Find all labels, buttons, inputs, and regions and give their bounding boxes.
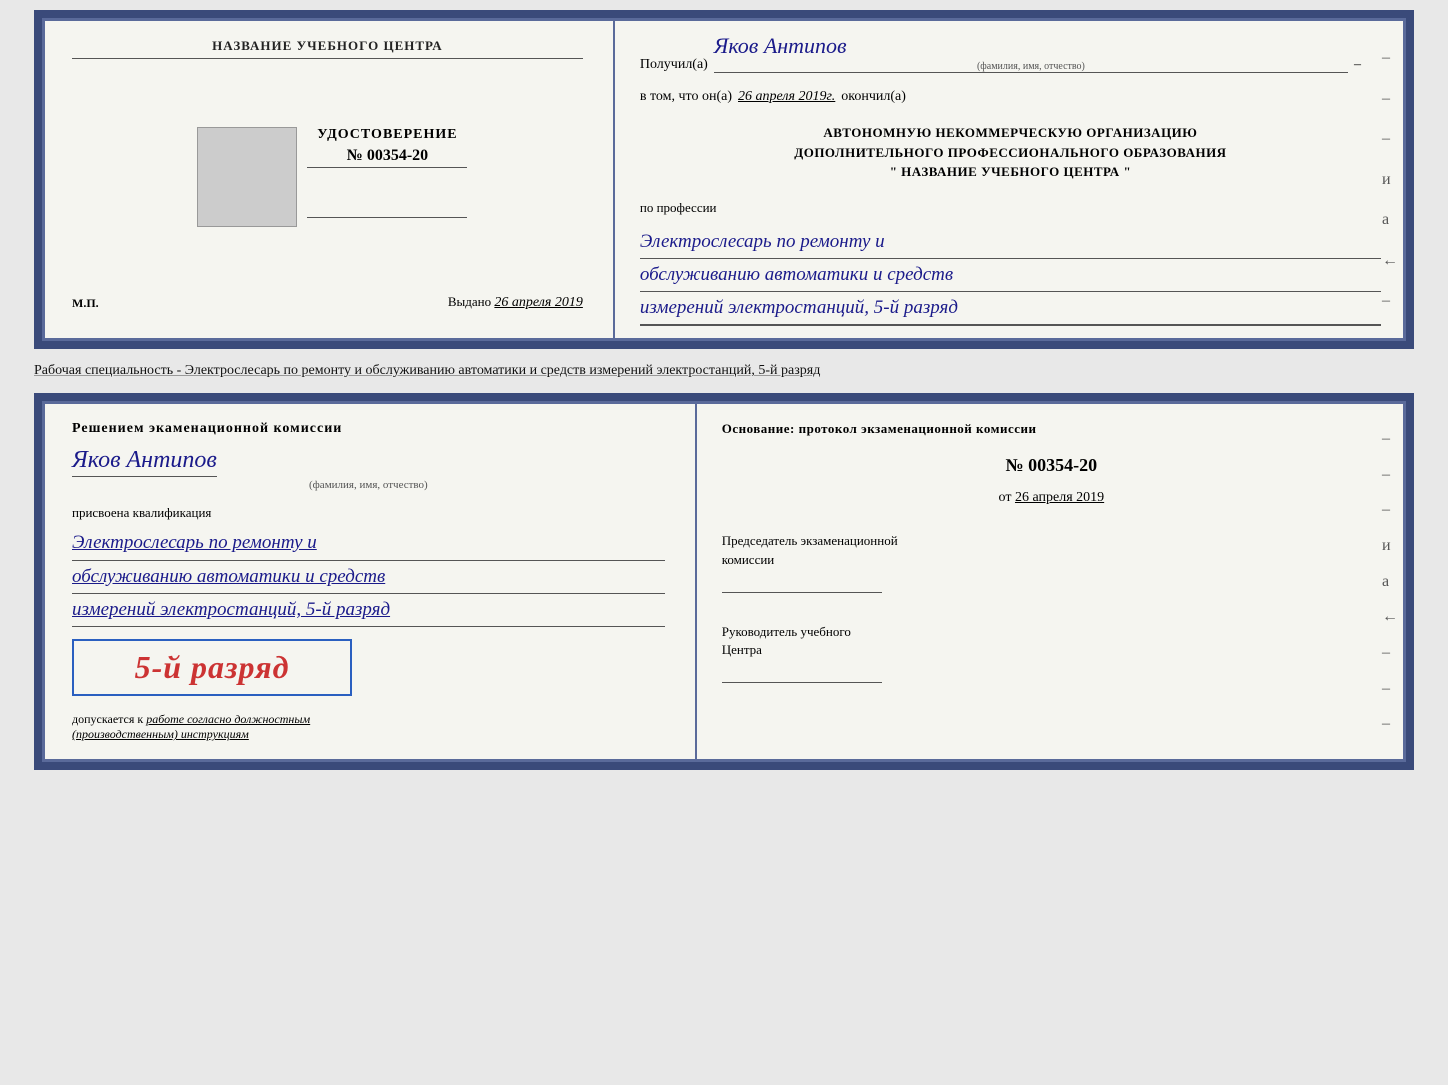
top-left-panel: НАЗВАНИЕ УЧЕБНОГО ЦЕНТРА УДОСТОВЕРЕНИЕ №… xyxy=(42,18,615,341)
allowed-value2: (производственным) инструкциям xyxy=(72,727,665,742)
chair-label2: комиссии xyxy=(722,552,775,567)
chair-label: Председатель экзаменационной xyxy=(722,533,898,548)
document-container: НАЗВАНИЕ УЧЕБНОГО ЦЕНТРА УДОСТОВЕРЕНИЕ №… xyxy=(34,10,1414,770)
separator-text: Рабочая специальность - Электрослесарь п… xyxy=(34,357,1414,385)
protocol-number: № 00354-20 xyxy=(722,455,1381,476)
head-block: Руководитель учебного Центра xyxy=(722,623,1381,683)
top-right-panel: Получил(а) Яков Антипов (фамилия, имя, о… xyxy=(615,18,1406,341)
person-name-bottom: Яков Антипов xyxy=(72,447,217,477)
prof-line1: Электрослесарь по ремонту и xyxy=(640,226,1381,259)
from-date-value: 26 апреля 2019 xyxy=(1015,490,1104,505)
recipient-label: Получил(а) xyxy=(640,57,708,73)
issued-date: 26 апреля 2019 xyxy=(494,295,582,310)
recipient-line: Получил(а) Яков Антипов (фамилия, имя, о… xyxy=(640,33,1381,73)
profession-label: по профессии xyxy=(640,200,1381,216)
chairman-title: Председатель экзаменационной комиссии xyxy=(722,532,1381,568)
allowed-value: работе согласно должностным xyxy=(146,712,310,726)
prof-line3: измерений электростанций, 5-й разряд xyxy=(640,292,1381,325)
bottom-document: Решением экаменационной комиссии Яков Ан… xyxy=(34,393,1414,770)
rank-badge: 5-й разряд xyxy=(72,639,352,696)
cert-number: № 00354-20 xyxy=(307,147,467,168)
decision-text: Решением экаменационной комиссии xyxy=(72,421,665,437)
org-line1: АВТОНОМНУЮ НЕКОММЕРЧЕСКУЮ ОРГАНИЗАЦИЮ xyxy=(640,123,1381,143)
head-label2: Центра xyxy=(722,642,762,657)
issued-line: Выдано 26 апреля 2019 xyxy=(448,294,583,311)
org-line2: ДОПОЛНИТЕЛЬНОГО ПРОФЕССИОНАЛЬНОГО ОБРАЗО… xyxy=(640,143,1381,163)
issued-label: Выдано xyxy=(448,294,491,309)
right-dashes-top: – – – и а ← – xyxy=(1382,18,1398,341)
cert-middle-area: УДОСТОВЕРЕНИЕ № 00354-20 xyxy=(187,127,467,227)
completed-label: в том, что он(а) xyxy=(640,89,732,105)
qual-line1: Электрослесарь по ремонту и xyxy=(72,527,665,560)
allowed-block: допускается к работе согласно должностны… xyxy=(72,712,665,742)
completed-date: 26 апреля 2019г. xyxy=(738,89,835,105)
bottom-right-panel: Основание: протокол экзаменационной коми… xyxy=(697,401,1406,762)
right-dashes-bottom: – – – и а ← – – – xyxy=(1382,401,1398,762)
qualification-value: Электрослесарь по ремонту и обслуживанию… xyxy=(72,527,665,627)
fio-hint-top: (фамилия, имя, отчество) xyxy=(714,61,1348,72)
top-document: НАЗВАНИЕ УЧЕБНОГО ЦЕНТРА УДОСТОВЕРЕНИЕ №… xyxy=(34,10,1414,349)
fio-hint-bottom: (фамилия, имя, отчество) xyxy=(72,479,665,491)
from-label: от xyxy=(999,490,1012,505)
head-label: Руководитель учебного xyxy=(722,624,851,639)
org-full-name: АВТОНОМНУЮ НЕКОММЕРЧЕСКУЮ ОРГАНИЗАЦИЮ ДО… xyxy=(640,123,1381,182)
mp-label: М.П. xyxy=(72,296,99,311)
prof-line2: обслуживанию автоматики и средств xyxy=(640,259,1381,292)
person-name-block: Яков Антипов (фамилия, имя, отчество) xyxy=(72,443,665,491)
bottom-left-panel: Решением экаменационной комиссии Яков Ан… xyxy=(42,401,697,762)
qualification-label: присвоена квалификация xyxy=(72,505,665,521)
cert-title-label: УДОСТОВЕРЕНИЕ xyxy=(307,127,467,143)
basis-label: Основание: протокол экзаменационной коми… xyxy=(722,421,1381,437)
profession-value: Электрослесарь по ремонту и обслуживанию… xyxy=(640,226,1381,327)
recipient-block: Яков Антипов (фамилия, имя, отчество) xyxy=(714,33,1348,73)
qual-line2: обслуживанию автоматики и средств xyxy=(72,561,665,594)
chairman-signature-line xyxy=(722,573,882,593)
qual-line3: измерений электростанций, 5-й разряд xyxy=(72,594,665,627)
cert-bottom: М.П. Выдано 26 апреля 2019 xyxy=(72,294,583,321)
from-date-line: от 26 апреля 2019 xyxy=(722,490,1381,506)
completed-line: в том, что он(а) 26 апреля 2019г. окончи… xyxy=(640,89,1381,105)
chairman-block: Председатель экзаменационной комиссии xyxy=(722,532,1381,592)
dash-separator: – xyxy=(1354,57,1381,73)
head-signature-line xyxy=(722,663,882,683)
rank-text: 5-й разряд xyxy=(90,649,334,686)
cert-photo xyxy=(197,127,297,227)
org-name-header: НАЗВАНИЕ УЧЕБНОГО ЦЕНТРА xyxy=(72,38,583,59)
head-title: Руководитель учебного Центра xyxy=(722,623,1381,659)
recipient-name: Яков Антипов xyxy=(714,33,847,60)
allowed-label: допускается к xyxy=(72,712,143,726)
org-line3: " НАЗВАНИЕ УЧЕБНОГО ЦЕНТРА " xyxy=(640,162,1381,182)
cert-title-area: УДОСТОВЕРЕНИЕ № 00354-20 xyxy=(307,127,467,227)
completed-word: окончил(а) xyxy=(841,89,906,105)
